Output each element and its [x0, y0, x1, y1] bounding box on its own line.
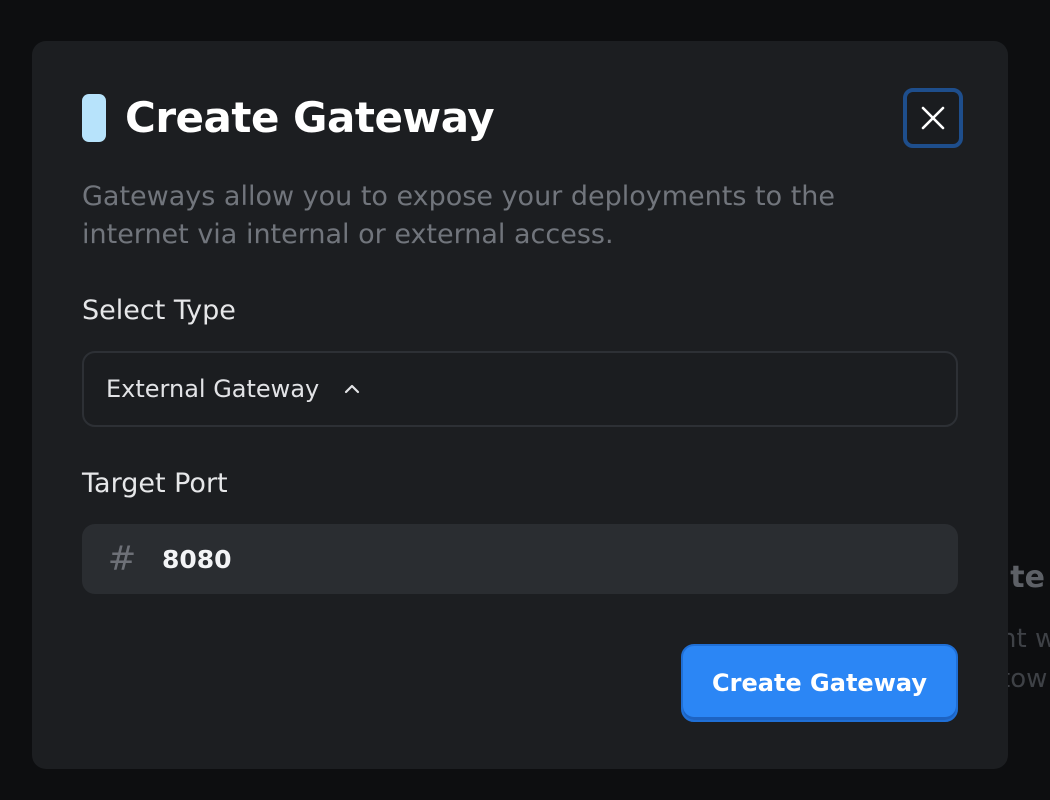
chevron-up-icon: [343, 383, 361, 395]
select-type-label: Select Type: [82, 295, 236, 326]
hash-icon: #: [107, 539, 137, 579]
target-port-label: Target Port: [82, 468, 228, 499]
dialog-title: Create Gateway: [125, 93, 495, 142]
create-gateway-dialog: Create Gateway Gateways allow you to exp…: [32, 41, 1008, 769]
target-port-field: #: [82, 524, 958, 594]
create-gateway-button[interactable]: Create Gateway: [681, 644, 958, 722]
title-accent-bar: [82, 93, 106, 142]
close-button[interactable]: [903, 88, 963, 148]
target-port-input[interactable]: [162, 544, 862, 574]
close-icon: [921, 106, 945, 130]
select-type-value: External Gateway: [106, 375, 320, 403]
dialog-header: Create Gateway: [82, 93, 495, 142]
dialog-description: Gateways allow you to expose your deploy…: [82, 181, 836, 250]
gateway-type-select[interactable]: External Gateway: [82, 351, 958, 427]
